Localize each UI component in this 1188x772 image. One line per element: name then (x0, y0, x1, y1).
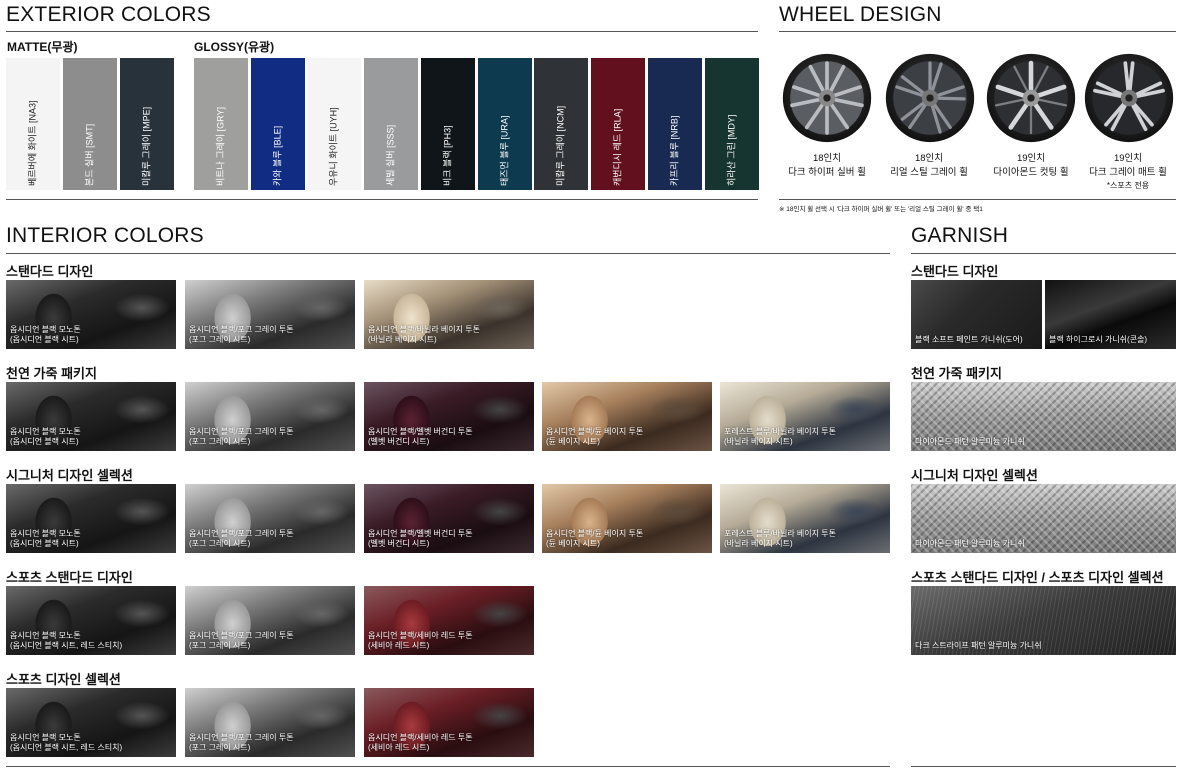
garnish-section-label: 스포츠 스탠다드 디자인 / 스포츠 디자인 셀렉션 (911, 570, 1164, 585)
wheel-icon[interactable] (884, 52, 976, 144)
glossy-swatch[interactable]: 비크 블랙 [PH3] (421, 58, 475, 190)
garnish-title: GARNISH (911, 224, 1009, 247)
garnish-tile[interactable]: 다이아몬드 패턴 알루미늄 가니쉬 (911, 382, 1176, 451)
swatch-label: 베르버에 화이트 [NA3] (27, 100, 38, 186)
exterior-colors-title: EXTERIOR COLORS (6, 3, 211, 26)
interior-tile[interactable]: 포레스트 블루/바닐라 베이지 투톤 (바닐라 베이지 시트) (720, 484, 890, 553)
interior-tile[interactable]: 옵시디언 블랙/세비아 레드 투톤 (세비아 레드 시트) (364, 688, 534, 757)
interior-tile[interactable]: 옵시디언 블랙 모노톤 (옵시디언 블랙 시트) (6, 382, 176, 451)
garnish-section-label: 천연 가죽 패키지 (911, 366, 1002, 381)
exterior-top-rule (6, 31, 758, 32)
interior-section-label: 스포츠 디자인 셀렉션 (6, 672, 121, 687)
matte-label: MATTE(무광) (7, 40, 78, 54)
wheel-bottom-rule (779, 199, 1176, 200)
swatch-label: 카프리 블루 [NRB] (669, 115, 680, 186)
garnish-bottom-rule (911, 766, 1176, 767)
swatch-label: 세빌 실버 [SSS] (385, 124, 396, 186)
interior-tile[interactable]: 옵시디언 블랙/세비아 레드 투톤 (세비아 레드 시트) (364, 586, 534, 655)
swatch-label: 미칼루 그레이 [MPE] (141, 106, 152, 186)
matte-swatch[interactable]: 본드 실버 [SMT] (63, 58, 117, 190)
interior-tile[interactable]: 옵시디언 블랙/듄 베이지 투톤 (듄 베이지 시트) (542, 484, 712, 553)
swatch-label: 미칼루 그레이 [NCM] (555, 105, 566, 186)
interior-tile[interactable]: 옵시디언 블랙/벨벳 버건디 투톤 (벨벳 버건디 시트) (364, 484, 534, 553)
garnish-tile[interactable]: 다크 스트라이프 패턴 알루미늄 가니쉬 (911, 586, 1176, 655)
matte-swatch[interactable]: 미칼루 그레이 [MPE] (120, 58, 174, 190)
matte-swatch[interactable]: 베르버에 화이트 [NA3] (6, 58, 60, 190)
glossy-swatch[interactable]: 태즈먼 블루 [URA] (478, 58, 532, 190)
wheel-footnote: ※ 18인치 휠 선택 시 '다크 하이퍼 실버 휠' 또는 '리얼 스틸 그레… (779, 206, 983, 213)
garnish-section-label: 스탠다드 디자인 (911, 264, 999, 279)
exterior-bottom-rule (6, 199, 758, 200)
interior-tile[interactable]: 옵시디언 블랙/포그 그레이 투톤 (포그 그레이 시트) (185, 280, 355, 349)
interior-tile[interactable]: 옵시디언 블랙 모노톤 (옵시디언 블랙 시트) (6, 280, 176, 349)
glossy-swatch[interactable]: 비트나 그레이 [GRY] (194, 58, 248, 190)
garnish-top-rule (911, 253, 1176, 254)
interior-section-label: 스탠다드 디자인 (6, 264, 94, 279)
interior-tile[interactable]: 옵시디언 블랙/포그 그레이 투톤 (포그 그레이 시트) (185, 382, 355, 451)
garnish-tile[interactable]: 다이아몬드 패턴 알루미늄 가니쉬 (911, 484, 1176, 553)
interior-tile[interactable]: 옵시디언 블랙/포그 그레이 투톤 (포그 그레이 시트) (185, 484, 355, 553)
wheel-design-title: WHEEL DESIGN (779, 3, 942, 26)
glossy-swatch[interactable]: 히라산 그린 [MDY] (705, 58, 759, 190)
swatch-label: 히라산 그린 [MDY] (726, 114, 737, 186)
swatch-label: 본드 실버 [SMT] (84, 123, 95, 186)
interior-tile[interactable]: 포레스트 블루/바닐라 베이지 투톤 (바닐라 베이지 시트) (720, 382, 890, 451)
interior-section-label: 천연 가죽 패키지 (6, 366, 97, 381)
interior-tile[interactable]: 옵시디언 블랙 모노톤 (옵시디언 블랙 시트, 레드 스티치) (6, 586, 176, 655)
interior-top-rule (6, 253, 890, 254)
interior-section-label: 스포츠 스탠다드 디자인 (6, 570, 133, 585)
swatch-label: 캐번디시 레드 [RLA] (612, 108, 623, 186)
garnish-section-label: 시그니처 디자인 셀렉션 (911, 468, 1038, 483)
garnish-tile[interactable]: 블랙 하이그로시 가니쉬(콘솔) (1045, 280, 1176, 349)
garnish-tile[interactable]: 블랙 소프트 페인트 가니쉬(도어) (911, 280, 1042, 349)
glossy-swatch[interactable]: 우유니 화이트 [UYH] (307, 58, 361, 190)
interior-tile[interactable]: 옵시디언 블랙 모노톤 (옵시디언 블랙 시트) (6, 484, 176, 553)
interior-colors-title: INTERIOR COLORS (6, 224, 204, 247)
wheel-label: 19인치 다크 그레이 매트 휠 (1089, 153, 1167, 178)
swatch-label: 카와 블루 [BLE] (272, 125, 283, 186)
interior-tile[interactable]: 옵시디언 블랙/포그 그레이 투톤 (포그 그레이 시트) (185, 586, 355, 655)
swatch-label: 비트나 그레이 [GRY] (215, 106, 226, 186)
swatch-label: 우유니 화이트 [UYH] (328, 107, 339, 186)
wheel-sport-note: *스포츠 전용 (1106, 181, 1150, 190)
glossy-swatch[interactable]: 캐번디시 레드 [RLA] (591, 58, 645, 190)
interior-bottom-rule (6, 766, 890, 767)
glossy-swatch[interactable]: 세빌 실버 [SSS] (364, 58, 418, 190)
wheel-icon[interactable] (985, 52, 1077, 144)
wheel-icon[interactable] (781, 52, 873, 144)
interior-tile[interactable]: 옵시디언 블랙/듄 베이지 투톤 (듄 베이지 시트) (542, 382, 712, 451)
interior-tile[interactable]: 옵시디언 블랙 모노톤 (옵시디언 블랙 시트, 레드 스티치) (6, 688, 176, 757)
interior-tile[interactable]: 옵시디언 블랙/벨벳 버건디 투톤 (벨벳 버건디 시트) (364, 382, 534, 451)
interior-tile[interactable]: 옵시디언 블랙/바닐라 베이지 투톤 (바닐라 베이지 시트) (364, 280, 534, 349)
glossy-swatch[interactable]: 카프리 블루 [NRB] (648, 58, 702, 190)
glossy-swatch[interactable]: 카와 블루 [BLE] (251, 58, 305, 190)
interior-tile[interactable]: 옵시디언 블랙/포그 그레이 투톤 (포그 그레이 시트) (185, 688, 355, 757)
glossy-label: GLOSSY(유광) (194, 40, 275, 54)
wheel-icon[interactable] (1083, 52, 1175, 144)
interior-section-label: 시그니처 디자인 셀렉션 (6, 468, 133, 483)
swatch-label: 비크 블랙 [PH3] (442, 125, 453, 186)
wheel-top-rule (779, 31, 1176, 32)
swatch-label: 태즈먼 블루 [URA] (499, 115, 510, 186)
glossy-swatch[interactable]: 미칼루 그레이 [NCM] (534, 58, 588, 190)
